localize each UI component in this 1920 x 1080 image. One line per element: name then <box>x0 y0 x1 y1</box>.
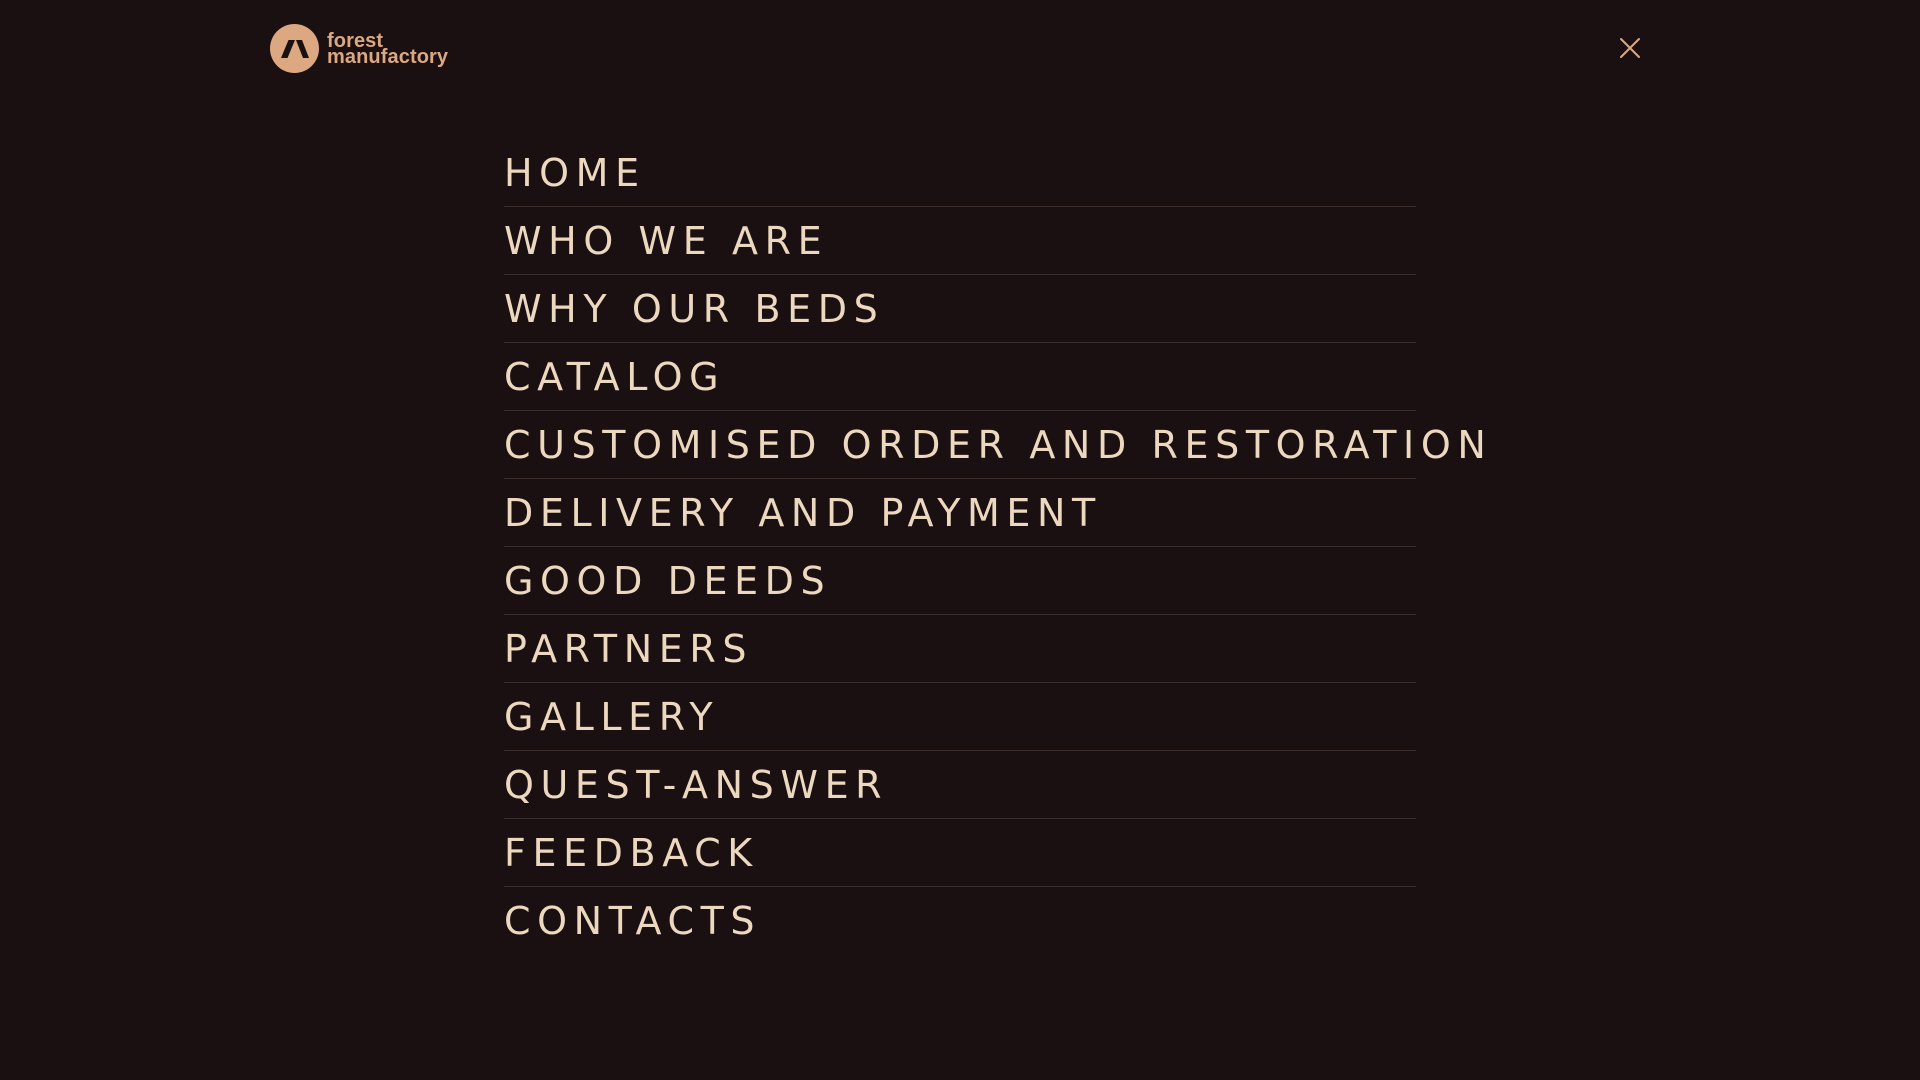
nav-link-catalog[interactable]: CATALOG <box>504 343 725 411</box>
nav-link-why-our-beds[interactable]: WHY OUR BEDS <box>504 275 884 343</box>
nav-link-contacts[interactable]: CONTACTS <box>504 887 761 955</box>
nav-link-partners[interactable]: PARTNERS <box>504 615 753 683</box>
nav-item-catalog: CATALOG <box>504 343 1416 411</box>
forest-manufactory-logo-icon <box>270 24 319 73</box>
nav-item-customised-order: CUSTOMISED ORDER AND RESTORATION <box>504 411 1486 479</box>
close-icon <box>1619 37 1641 59</box>
nav-link-delivery-and-payment[interactable]: DELIVERY AND PAYMENT <box>504 479 1102 547</box>
nav-link-who-we-are[interactable]: WHO WE ARE <box>504 207 828 275</box>
nav-item-delivery-and-payment: DELIVERY AND PAYMENT <box>504 479 1416 547</box>
logo-link[interactable]: forest manufactory <box>270 24 448 73</box>
nav-link-feedback[interactable]: FEEDBACK <box>504 819 759 887</box>
nav-menu: HOME WHO WE ARE WHY OUR BEDS CATALOG CUS… <box>504 139 1486 955</box>
logo-text: forest manufactory <box>327 31 449 68</box>
nav-item-home: HOME <box>504 139 1416 207</box>
nav-item-contacts: CONTACTS <box>504 887 1416 955</box>
nav-item-gallery: GALLERY <box>504 683 1416 751</box>
nav-link-customised-order[interactable]: CUSTOMISED ORDER AND RESTORATION <box>504 411 1492 479</box>
nav-item-why-our-beds: WHY OUR BEDS <box>504 275 1416 343</box>
nav-link-quest-answer[interactable]: QUEST-ANSWER <box>504 751 888 819</box>
logo-text-line-2: manufactory <box>327 45 449 68</box>
nav-item-good-deeds: GOOD DEEDS <box>504 547 1416 615</box>
nav-item-quest-answer: QUEST-ANSWER <box>504 751 1416 819</box>
close-menu-button[interactable] <box>1616 34 1644 62</box>
nav-item-partners: PARTNERS <box>504 615 1416 683</box>
nav-link-good-deeds[interactable]: GOOD DEEDS <box>504 547 831 615</box>
nav-link-home[interactable]: HOME <box>504 139 646 207</box>
nav-item-who-we-are: WHO WE ARE <box>504 207 1416 275</box>
nav-item-feedback: FEEDBACK <box>504 819 1416 887</box>
nav-link-gallery[interactable]: GALLERY <box>504 683 719 751</box>
